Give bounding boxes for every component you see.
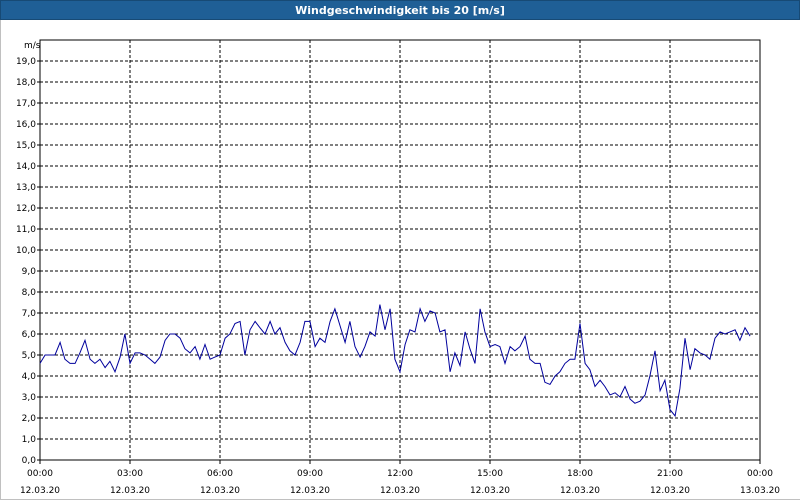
- x-tick-time-label: 06:00: [207, 469, 233, 479]
- x-tick-date-label: 12.03.20: [560, 486, 600, 496]
- y-tick-label: 9,0: [22, 267, 37, 277]
- x-tick-time-label: 00:00: [27, 469, 53, 479]
- x-tick-time-label: 12:00: [387, 469, 413, 479]
- y-tick-label: 14,0: [16, 162, 36, 172]
- y-axis-unit-label: m/s: [24, 41, 41, 51]
- x-tick-time-label: 21:00: [657, 469, 683, 479]
- y-tick-label: 1,0: [22, 435, 37, 445]
- y-tick-label: 12,0: [16, 204, 36, 214]
- y-tick-label: 19,0: [16, 57, 36, 67]
- x-tick-date-label: 12.03.20: [20, 486, 60, 496]
- x-tick-time-label: 18:00: [567, 469, 593, 479]
- y-tick-label: 16,0: [16, 120, 36, 130]
- y-tick-label: 0,0: [22, 456, 37, 466]
- y-tick-label: 7,0: [22, 309, 37, 319]
- x-tick-time-label: 00:00: [747, 469, 773, 479]
- grid-lines: [40, 40, 760, 460]
- wind-speed-chart: m/s 0,0 1,0 2,0 3,0 4,0 5,0 6,0 7,0 8,0 9,0 10,0 11…: [16, 39, 780, 496]
- y-tick-label: 15,0: [16, 141, 36, 151]
- x-tick-date-label: 12.03.20: [110, 486, 150, 496]
- x-tick-date-label: 12.03.20: [650, 486, 690, 496]
- y-tick-label: 11,0: [16, 225, 36, 235]
- series-line-wind-speed: [39, 304, 751, 418]
- y-tick-label: 18,0: [16, 78, 36, 88]
- x-tick-time-label: 09:00: [297, 469, 323, 479]
- y-tick-label: 3,0: [22, 393, 37, 403]
- x-tick-date-label: 12.03.20: [290, 486, 330, 496]
- x-tick-date-label: 12.03.20: [200, 486, 240, 496]
- x-tick-time-label: 03:00: [117, 469, 143, 479]
- y-tick-label: 4,0: [22, 372, 37, 382]
- y-axis-ticks: 0,0 1,0 2,0 3,0 4,0 5,0 6,0 7,0 8,0 9,0 10,0 11,0 12…: [16, 57, 40, 466]
- y-tick-label: 10,0: [16, 246, 36, 256]
- x-tick-date-label: 12.03.20: [470, 486, 510, 496]
- x-tick-date-label: 12.03.20: [380, 486, 420, 496]
- y-tick-label: 6,0: [22, 330, 37, 340]
- y-tick-label: 2,0: [22, 414, 37, 424]
- y-tick-label: 17,0: [16, 99, 36, 109]
- x-tick-time-label: 15:00: [477, 469, 503, 479]
- y-tick-label: 8,0: [22, 288, 37, 298]
- y-tick-label: 13,0: [16, 183, 36, 193]
- x-axis-ticks: 00:00 12.03.20 03:00 12.03.20 06:00 12.03.20 0…: [20, 460, 780, 496]
- x-tick-date-label: 13.03.20: [740, 486, 780, 496]
- y-tick-label: 5,0: [22, 351, 37, 361]
